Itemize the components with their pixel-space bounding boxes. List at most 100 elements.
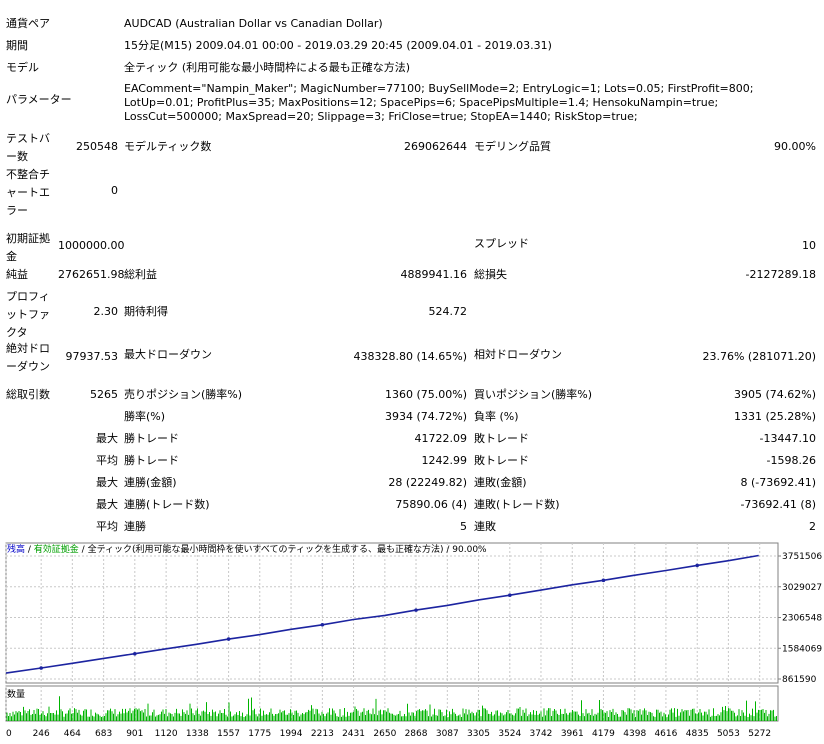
x-tick-label: 3087: [436, 729, 459, 739]
max-word-2: 最大: [96, 476, 118, 489]
ticks-value: 269062644: [404, 140, 467, 153]
x-tick-label: 4835: [686, 729, 709, 739]
x-tick-label: 1120: [155, 729, 178, 739]
legend-sep-2: /: [78, 545, 88, 555]
balance-point: [414, 608, 418, 612]
abs-dd-value: 97937.53: [65, 350, 119, 363]
symbol-value: AUDCAD (Australian Dollar vs Canadian Do…: [124, 17, 383, 30]
quality-value: 90.00%: [774, 140, 816, 153]
quality-label: モデリング品質: [474, 140, 551, 153]
lossrate-value: 1331 (25.28%): [733, 410, 816, 423]
period-value: 15分足(M15) 2009.04.01 00:00 - 2019.03.29 …: [124, 39, 552, 52]
pf-label: プロフィットファクタ: [6, 290, 50, 339]
balance-point: [226, 637, 231, 641]
model-label: モデル: [6, 61, 39, 74]
mismatch-label: 不整合チャートエラー: [6, 168, 50, 217]
x-tick-label: 2213: [311, 729, 334, 739]
avg-win-value: 1242.99: [421, 454, 468, 467]
x-tick-label: 5272: [748, 729, 771, 739]
y-tick-label: 3751506: [782, 552, 822, 562]
legend-description: 全ティック(利用可能な最小時間枠を使いすべてのティックを生成する、最も正確な方法…: [87, 545, 444, 555]
long-label: 買いポジション(勝率%): [474, 388, 593, 401]
bars-label: テストバー数: [6, 132, 50, 163]
deposit-label: 初期証拠金: [6, 232, 50, 263]
cons-losses-label: 連敗(金額): [474, 476, 527, 489]
trades-label: 総取引数: [6, 388, 50, 401]
x-tick-label: 246: [33, 729, 50, 739]
x-tick-label: 3961: [561, 729, 584, 739]
y-tick-label: 3029027: [782, 583, 822, 593]
x-tick-label: 1338: [186, 729, 209, 739]
balance-point: [508, 593, 512, 598]
x-tick-label: 3524: [498, 729, 521, 739]
params-value: EAComment="Nampin_Maker"; MagicNumber=77…: [124, 82, 754, 123]
gross-profit-label: 総利益: [124, 268, 157, 281]
legend-equity: 有効証拠金: [33, 545, 79, 555]
mismatch-value: 0: [111, 184, 118, 197]
y-tick-label: 2306548: [782, 614, 822, 624]
avg-loss-label: 敗トレード: [474, 454, 529, 467]
avg-win-label: 勝トレード: [124, 454, 179, 467]
balance-point: [320, 623, 325, 627]
largest-loss-label: 敗トレード: [474, 432, 529, 445]
x-tick-label: 2868: [405, 729, 428, 739]
avg-loss-value: -1598.26: [766, 454, 816, 467]
spread-label: スプレッド: [474, 237, 529, 250]
net-value: 2762651.98: [58, 268, 125, 281]
largest-win-value: 41722.09: [414, 432, 468, 445]
short-label: 売りポジション(勝率%): [124, 388, 243, 401]
volume-label: 数量: [7, 690, 26, 700]
max-word-3: 最大: [96, 498, 118, 511]
x-tick-label: 4179: [592, 729, 615, 739]
balance-point: [601, 578, 606, 583]
x-tick-label: 1557: [217, 729, 240, 739]
rel-dd-label: 相対ドローダウン: [474, 348, 562, 361]
avg-cons-losses-value: 2: [809, 520, 816, 533]
cons-wins-label: 連勝(金額): [124, 476, 177, 489]
rel-dd-value: 23.76% (281071.20): [702, 350, 816, 363]
y-tick-label: 1584069: [782, 644, 822, 654]
net-label: 純益: [6, 268, 28, 281]
avg-word-2: 平均: [96, 520, 118, 533]
main-plot-frame: [5, 542, 779, 684]
deposit-value: 1000000.00: [58, 239, 125, 252]
x-tick-label: 2650: [373, 729, 396, 739]
y-tick-label: 861590: [782, 675, 817, 685]
x-tick-label: 683: [95, 729, 112, 739]
avg-cons-wins-value: 5: [460, 520, 467, 533]
pf-value: 2.30: [93, 305, 119, 318]
x-tick-label: 2431: [342, 729, 365, 739]
x-tick-label: 3742: [530, 729, 553, 739]
cons-loss-label: 連敗(トレード数): [474, 498, 560, 511]
max-dd-label: 最大ドローダウン: [124, 348, 212, 361]
x-tick-label: 4616: [654, 729, 677, 739]
winrate-value: 3934 (74.72%): [384, 410, 467, 423]
abs-dd-label: 絶対ドローダウン: [6, 342, 50, 373]
x-tick-label: 464: [64, 729, 81, 739]
trades-value: 5265: [90, 388, 118, 401]
x-tick-label: 3305: [467, 729, 490, 739]
symbol-label: 通貨ペア: [6, 17, 50, 30]
long-value: 3905 (74.62%): [733, 388, 816, 401]
cons-wins-value: 28 (22249.82): [388, 476, 467, 489]
largest-win-label: 勝トレード: [124, 432, 179, 445]
expected-label: 期待利得: [124, 305, 168, 318]
legend-quality: / 90.00%: [443, 545, 487, 555]
legend-balance: 残高: [7, 545, 26, 555]
balance-point: [133, 651, 137, 656]
gross-profit-value: 4889941.16: [400, 268, 467, 281]
cons-loss-value: -73692.41 (8): [740, 498, 816, 511]
balance-chart-svg: 0 246 464 683 901 1120 1338 1557 1775 1994 2213 243…: [5, 542, 822, 739]
x-tick-label: 1994: [280, 729, 303, 739]
max-word-1: 最大: [96, 432, 118, 445]
x-tick-label: 0: [6, 729, 12, 739]
bars-value: 250548: [76, 140, 118, 153]
balance-chart: 0 246 464 683 901 1120 1338 1557 1775 1994 2213 243…: [0, 540, 824, 744]
gross-loss-value: -2127289.18: [745, 268, 816, 281]
x-tick-label: 5053: [717, 729, 740, 739]
ticks-label: モデルティック数: [124, 140, 212, 153]
chart-legend: 残高 / 有効証拠金 / 全ティック(利用可能な最小時間枠を使いすべてのティック…: [7, 544, 487, 556]
gross-loss-label: 総損失: [474, 268, 507, 281]
spread-value: 10: [802, 239, 816, 252]
short-value: 1360 (75.00%): [384, 388, 467, 401]
